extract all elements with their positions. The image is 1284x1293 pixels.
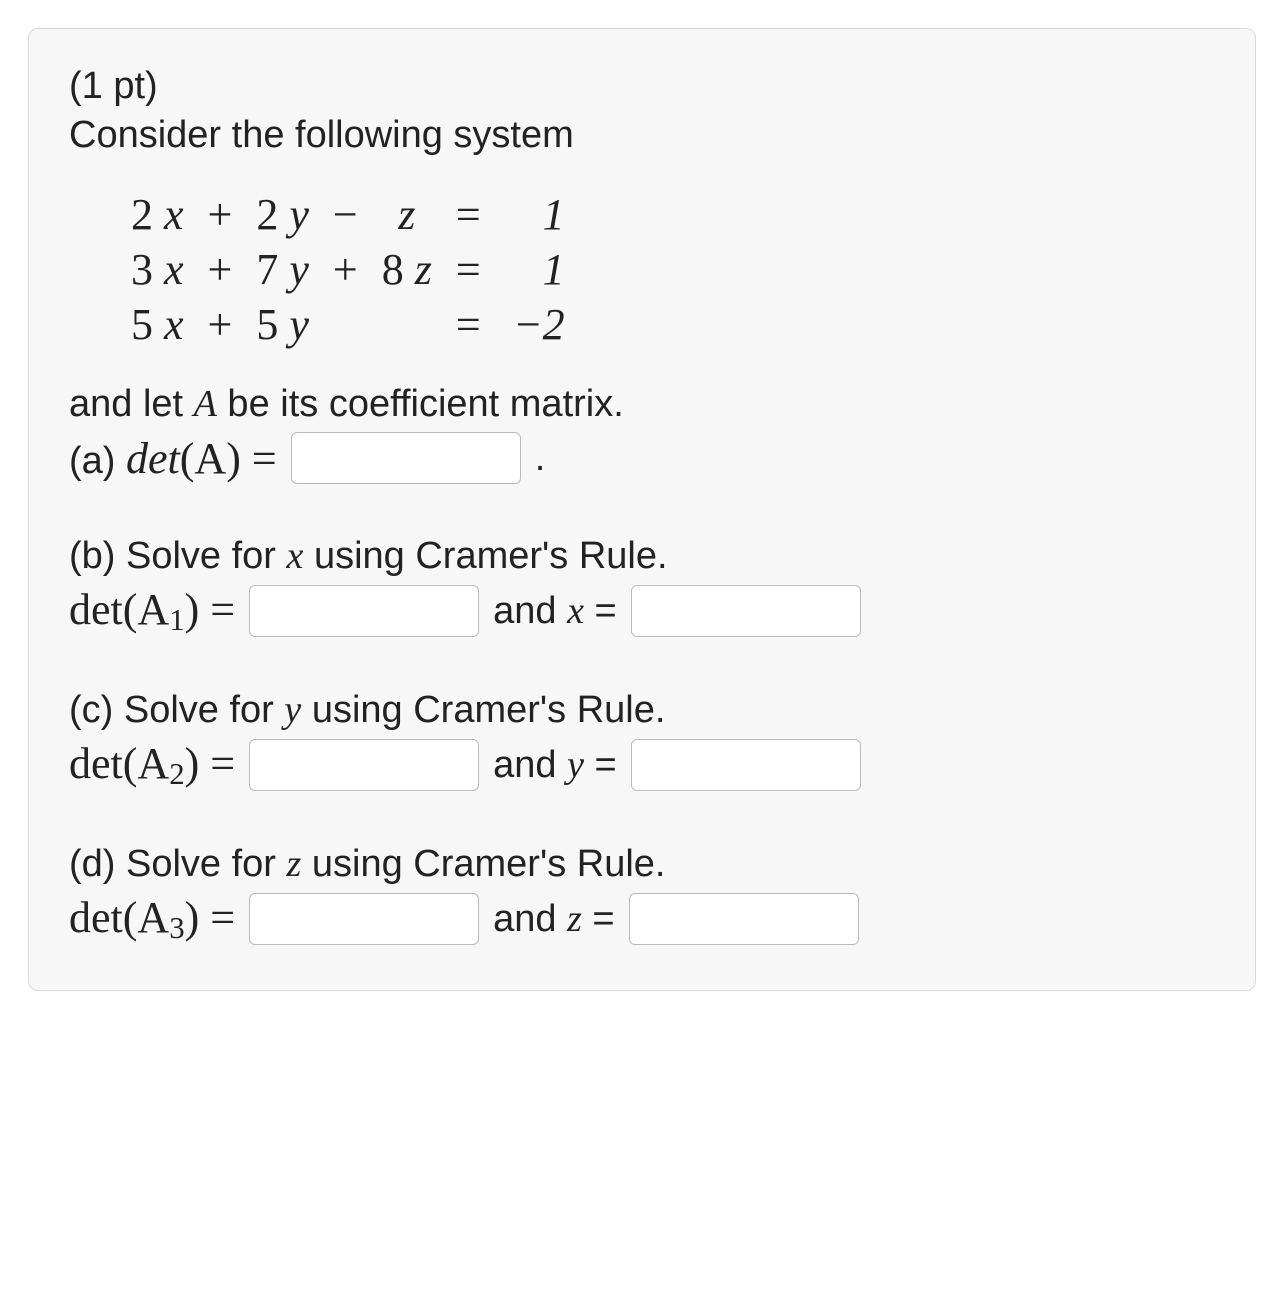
part-a-label: (a) det(A) =	[69, 433, 277, 484]
coefficient-intro: and let A be its coefficient matrix.	[69, 382, 1215, 426]
part-b-row: det(A1) = and x =	[69, 584, 1215, 638]
part-b: (b) Solve for x using Cramer's Rule. det…	[69, 534, 1215, 638]
and-y-label: and y =	[493, 743, 617, 787]
equation-row: 3 x + 7 y + 8 z = 1	[119, 242, 577, 297]
part-b-intro: (b) Solve for x using Cramer's Rule.	[69, 534, 1215, 578]
det-a2-label: det(A2) =	[69, 738, 235, 792]
problem-panel: (1 pt) Consider the following system 2 x…	[28, 28, 1256, 991]
det-a3-input[interactable]	[249, 893, 479, 945]
prompt-text: Consider the following system	[69, 114, 1215, 157]
part-d-intro: (d) Solve for z using Cramer's Rule.	[69, 842, 1215, 886]
part-c: (c) Solve for y using Cramer's Rule. det…	[69, 688, 1215, 792]
and-z-label: and z =	[493, 897, 615, 941]
part-d-row: det(A3) = and z =	[69, 892, 1215, 946]
z-value-input[interactable]	[629, 893, 859, 945]
det-a3-label: det(A3) =	[69, 892, 235, 946]
det-a1-input[interactable]	[249, 585, 479, 637]
part-a-row: (a) det(A) = .	[69, 432, 1215, 484]
part-c-row: det(A2) = and y =	[69, 738, 1215, 792]
and-x-label: and x =	[493, 589, 617, 633]
det-a1-label: det(A1) =	[69, 584, 235, 638]
equation-system: 2 x + 2 y − z = 1 3 x + 7 y + 8 z = 1 5 …	[119, 187, 577, 352]
det-a2-input[interactable]	[249, 739, 479, 791]
part-d: (d) Solve for z using Cramer's Rule. det…	[69, 842, 1215, 946]
x-value-input[interactable]	[631, 585, 861, 637]
part-c-intro: (c) Solve for y using Cramer's Rule.	[69, 688, 1215, 732]
equation-row: 2 x + 2 y − z = 1	[119, 187, 577, 242]
det-a-input[interactable]	[291, 432, 521, 484]
points-label: (1 pt)	[69, 65, 1215, 108]
y-value-input[interactable]	[631, 739, 861, 791]
period: .	[535, 437, 546, 480]
equation-row: 5 x + 5 y = −2	[119, 297, 577, 352]
